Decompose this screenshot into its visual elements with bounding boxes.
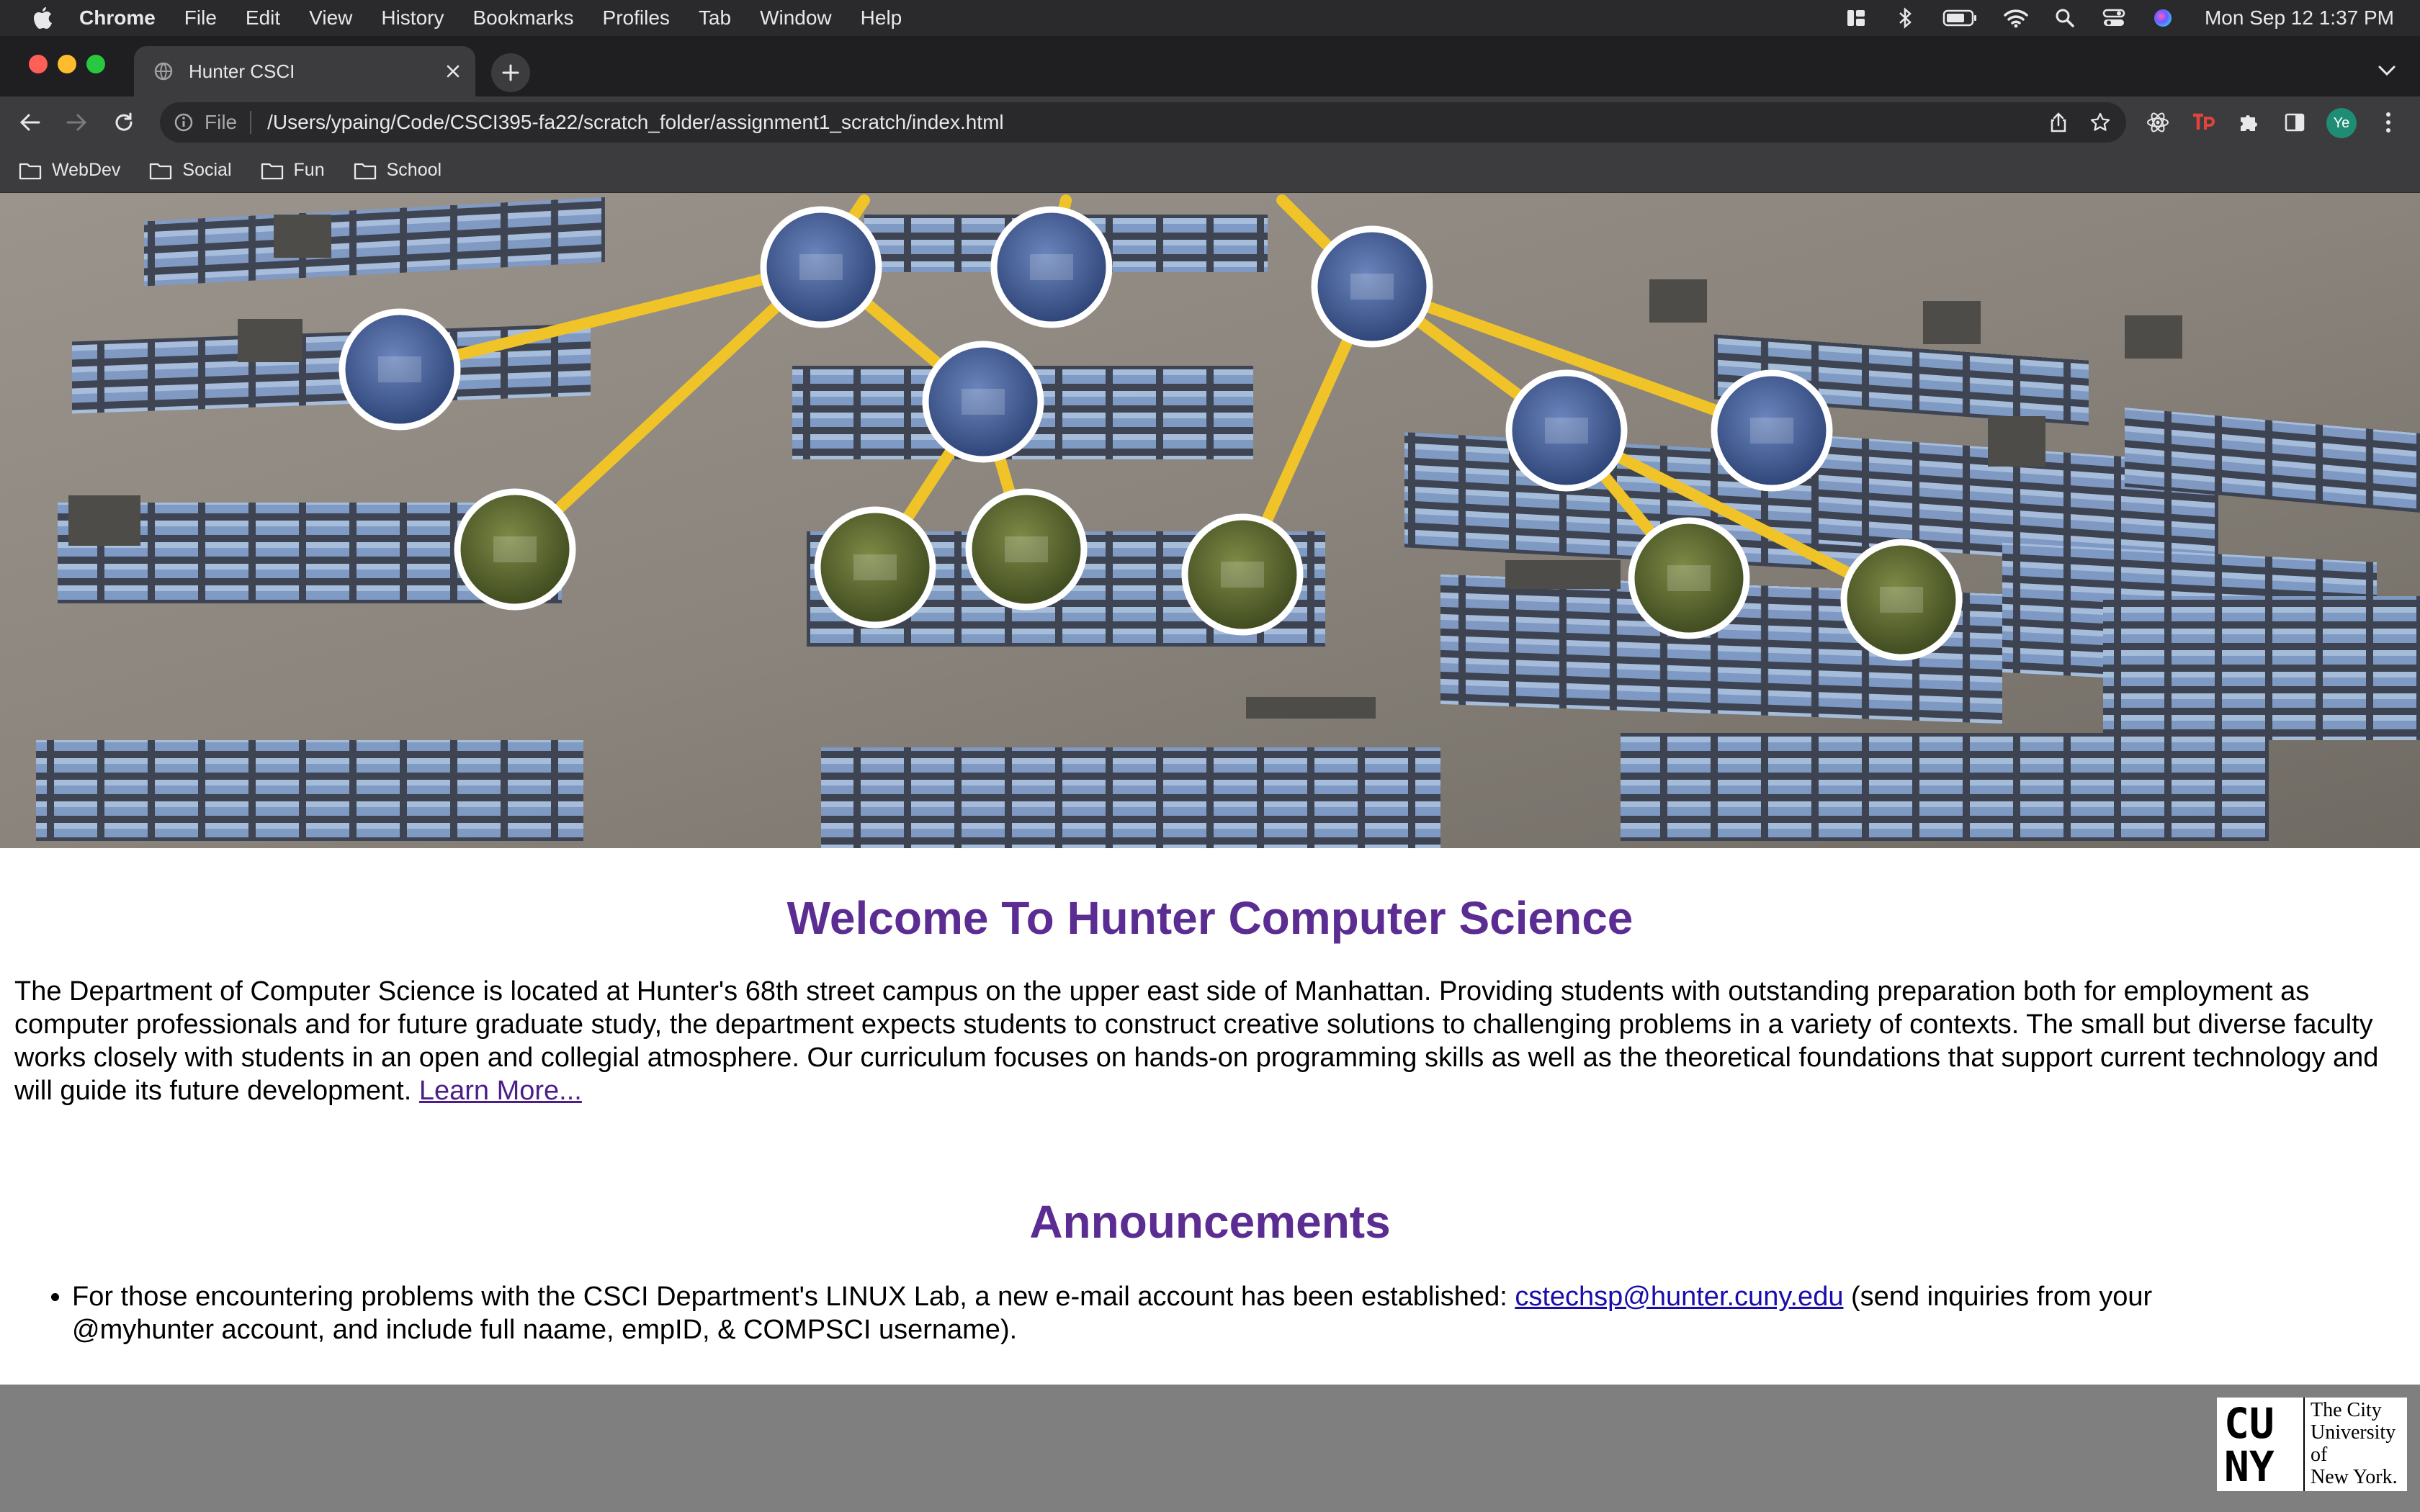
bookmark-label: WebDev bbox=[52, 160, 121, 180]
cuny-logo-text-line: of bbox=[2311, 1444, 2328, 1466]
side-panel-icon[interactable] bbox=[2279, 107, 2311, 138]
cuny-logo-mark: CU NY bbox=[2217, 1398, 2303, 1491]
cuny-logo-text: The City University of New York. bbox=[2303, 1398, 2407, 1491]
more-menu-kebab-icon[interactable] bbox=[2372, 107, 2404, 138]
bookmark-star-icon[interactable] bbox=[2087, 109, 2113, 135]
browser-tab-strip: Hunter CSCI bbox=[0, 36, 2420, 96]
url-scheme-label: File bbox=[205, 111, 252, 134]
browser-toolbar: File /Users/ypaing/Code/CSCI395-fa22/scr… bbox=[0, 96, 2420, 148]
window-close-button[interactable] bbox=[29, 55, 48, 73]
list-item: For those encountering problems with the… bbox=[72, 1280, 2290, 1346]
window-minimize-button[interactable] bbox=[58, 55, 76, 73]
tab-search-chevron-icon[interactable] bbox=[2372, 56, 2401, 85]
menu-edit[interactable]: Edit bbox=[246, 6, 280, 30]
bookmark-folder-school[interactable]: School bbox=[354, 160, 442, 181]
apple-menu-icon[interactable] bbox=[26, 2, 58, 34]
back-arrow-icon[interactable] bbox=[14, 107, 46, 138]
cuny-logo-text-line: University bbox=[2311, 1421, 2396, 1444]
menubar-status-area: Mon Sep 12 1:37 PM bbox=[1843, 0, 2394, 36]
bookmark-label: Social bbox=[182, 160, 232, 180]
folder-icon bbox=[149, 161, 172, 180]
forward-arrow-icon[interactable] bbox=[60, 107, 92, 138]
page-heading: Welcome To Hunter Computer Science bbox=[786, 892, 1634, 944]
cuny-logo-text-line: New York. bbox=[2311, 1466, 2398, 1488]
reload-icon[interactable] bbox=[108, 107, 140, 138]
menu-help[interactable]: Help bbox=[861, 6, 902, 30]
announcements-list: For those encountering problems with the… bbox=[72, 1280, 2290, 1346]
folder-icon bbox=[261, 161, 284, 180]
plus-icon bbox=[502, 64, 519, 81]
intro-paragraph: The Department of Computer Science is lo… bbox=[14, 975, 2406, 1107]
wifi-icon[interactable] bbox=[2003, 5, 2029, 31]
battery-icon[interactable] bbox=[1941, 5, 1980, 31]
tab-hunter-csci[interactable]: Hunter CSCI bbox=[134, 46, 475, 96]
bookmark-label: School bbox=[386, 160, 442, 180]
menu-history[interactable]: History bbox=[381, 6, 444, 30]
menu-bookmarks[interactable]: Bookmarks bbox=[472, 6, 573, 30]
page-footer: CU NY The City University of New York. bbox=[0, 1385, 2420, 1512]
tab-close-icon[interactable] bbox=[441, 59, 465, 84]
control-center-icon[interactable] bbox=[2101, 5, 2127, 31]
siri-icon[interactable] bbox=[2150, 5, 2176, 31]
share-icon[interactable] bbox=[2045, 109, 2071, 135]
email-link[interactable]: cstechsp@hunter.cuny.edu bbox=[1515, 1282, 1843, 1312]
main-content: Welcome To Hunter Computer Science The D… bbox=[0, 848, 2420, 1385]
site-info-icon[interactable] bbox=[171, 110, 196, 135]
tab-title: Hunter CSCI bbox=[189, 60, 295, 82]
bookmark-label: Fun bbox=[293, 160, 325, 180]
menu-view[interactable]: View bbox=[309, 6, 352, 30]
cuny-logo-mark-line: NY bbox=[2224, 1442, 2275, 1491]
bluetooth-icon[interactable] bbox=[1892, 5, 1918, 31]
profile-avatar[interactable]: Ye bbox=[2326, 108, 2357, 138]
menu-profiles[interactable]: Profiles bbox=[603, 6, 670, 30]
url-text[interactable]: /Users/ypaing/Code/CSCI395-fa22/scratch_… bbox=[267, 111, 1004, 134]
react-devtools-extension-icon[interactable] bbox=[2142, 107, 2174, 138]
menu-tab[interactable]: Tab bbox=[699, 6, 731, 30]
folder-icon bbox=[354, 161, 377, 180]
new-tab-button[interactable] bbox=[491, 53, 530, 92]
spotlight-search-icon[interactable] bbox=[2052, 5, 2078, 31]
announcement-text: For those encountering problems with the… bbox=[72, 1282, 1515, 1312]
building-tree-illustration bbox=[0, 193, 2420, 848]
intro-text: The Department of Computer Science is lo… bbox=[14, 976, 2379, 1106]
menu-app-name[interactable]: Chrome bbox=[79, 6, 156, 30]
cuny-logo[interactable]: CU NY The City University of New York. bbox=[2217, 1398, 2407, 1491]
stage-manager-icon[interactable] bbox=[1843, 5, 1869, 31]
folder-icon bbox=[19, 161, 42, 180]
menu-file[interactable]: File bbox=[184, 6, 217, 30]
tp-extension-icon[interactable] bbox=[2188, 107, 2220, 138]
menubar-clock[interactable]: Mon Sep 12 1:37 PM bbox=[2205, 6, 2394, 30]
hero-banner-image bbox=[0, 193, 2420, 848]
announcements-heading: Announcements bbox=[1029, 1196, 1391, 1248]
learn-more-link[interactable]: Learn More... bbox=[419, 1076, 582, 1106]
address-bar[interactable]: File /Users/ypaing/Code/CSCI395-fa22/scr… bbox=[160, 102, 2126, 143]
bookmarks-bar: WebDev Social Fun School bbox=[0, 148, 2420, 193]
globe-favicon-icon bbox=[153, 60, 174, 82]
bookmark-folder-social[interactable]: Social bbox=[149, 160, 232, 181]
bookmark-folder-fun[interactable]: Fun bbox=[261, 160, 325, 181]
extensions-puzzle-icon[interactable] bbox=[2233, 107, 2264, 138]
window-zoom-button[interactable] bbox=[86, 55, 105, 73]
cuny-logo-mark-line: CU bbox=[2224, 1399, 2275, 1448]
bookmark-folder-webdev[interactable]: WebDev bbox=[19, 160, 120, 181]
menu-window[interactable]: Window bbox=[760, 6, 832, 30]
cuny-logo-text-line: The City bbox=[2311, 1399, 2382, 1421]
macos-menu-bar: Chrome File Edit View History Bookmarks … bbox=[0, 0, 2420, 36]
